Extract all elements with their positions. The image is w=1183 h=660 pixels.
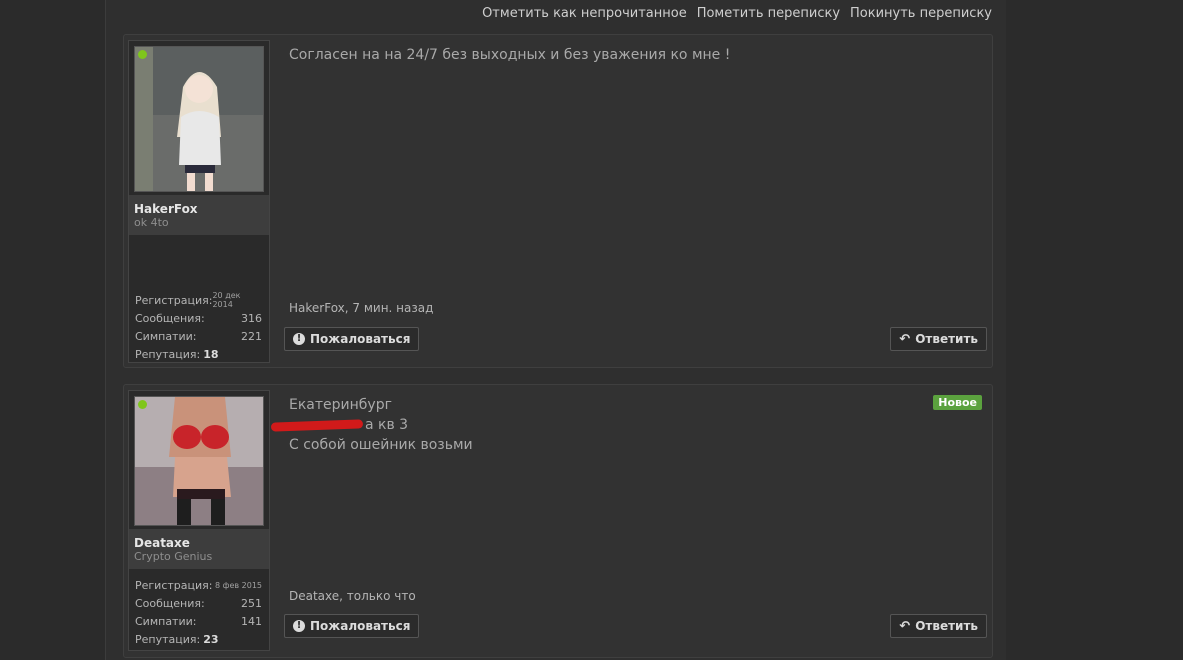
mark-unread-link[interactable]: Отметить как непрочитанное bbox=[482, 6, 687, 21]
user-stats: Регистрация: 8 фев 2015 Сообщения: 251 С… bbox=[135, 576, 262, 648]
reply-label: Ответить bbox=[915, 332, 978, 346]
report-label: Пожаловаться bbox=[310, 619, 411, 633]
reply-label: Ответить bbox=[915, 619, 978, 633]
online-status-icon bbox=[138, 50, 147, 59]
stat-value: 20 дек 2014 bbox=[212, 291, 241, 309]
avatar-image bbox=[135, 397, 263, 525]
username-box: Deataxe Crypto Genius bbox=[129, 529, 269, 569]
reply-icon: ↶ bbox=[899, 618, 911, 634]
message-text-line: а кв 3 bbox=[365, 417, 409, 433]
stat-registration: Регистрация: 8 фев 2015 bbox=[135, 576, 262, 594]
user-title: ok 4to bbox=[134, 216, 169, 229]
stat-label: Репутация: bbox=[135, 347, 201, 361]
stat-label: Симпатии: bbox=[135, 329, 197, 343]
alert-icon: ! bbox=[293, 620, 305, 632]
message-item: HakerFox ok 4to Регистрация: 20 дек 2014… bbox=[123, 34, 993, 368]
message-content: Екатеринбург а кв 3 С собой ошейник возь… bbox=[270, 395, 982, 455]
stat-posts: Сообщения: 251 bbox=[135, 594, 262, 612]
report-label: Пожаловаться bbox=[310, 332, 411, 346]
username-box: HakerFox ok 4to bbox=[129, 195, 269, 235]
stat-value: 141 bbox=[241, 614, 262, 628]
stat-value: 18 bbox=[203, 347, 219, 361]
message-content: Согласен на на 24/7 без выходных и без у… bbox=[289, 45, 982, 65]
alert-icon: ! bbox=[293, 333, 305, 345]
stat-value: 8 фев 2015 bbox=[214, 580, 262, 590]
star-conversation-link[interactable]: Пометить переписку bbox=[697, 6, 840, 21]
leave-conversation-link[interactable]: Покинуть переписку bbox=[850, 6, 992, 21]
stat-likes: Симпатии: 221 bbox=[135, 327, 262, 345]
stat-label: Сообщения: bbox=[135, 596, 205, 610]
avatar[interactable] bbox=[134, 46, 264, 192]
message-item: Deataxe Crypto Genius Регистрация: 8 фев… bbox=[123, 384, 993, 658]
username-link[interactable]: HakerFox bbox=[134, 202, 198, 216]
message-meta[interactable]: HakerFox, 7 мин. назад bbox=[289, 301, 433, 315]
message-text-line: С собой ошейник возьми bbox=[289, 437, 473, 453]
stat-label: Симпатии: bbox=[135, 614, 197, 628]
user-info-block: HakerFox ok 4to Регистрация: 20 дек 2014… bbox=[128, 40, 270, 363]
conversation-actions: Отметить как непрочитанное Пометить пере… bbox=[482, 6, 992, 21]
stat-label: Регистрация: bbox=[135, 293, 213, 307]
stat-label: Регистрация: bbox=[135, 578, 213, 592]
stat-posts: Сообщения: 316 bbox=[135, 309, 262, 327]
report-button[interactable]: ! Пожаловаться bbox=[284, 327, 420, 351]
stat-label: Сообщения: bbox=[135, 311, 205, 325]
stat-value: 23 bbox=[203, 632, 219, 646]
stat-registration: Регистрация: 20 дек 2014 bbox=[135, 291, 262, 309]
stat-label: Репутация: bbox=[135, 632, 201, 646]
stat-value[interactable]: 251 bbox=[241, 597, 262, 610]
reply-button[interactable]: ↶ Ответить bbox=[890, 614, 987, 638]
user-title: Crypto Genius bbox=[134, 550, 213, 563]
reply-button[interactable]: ↶ Ответить bbox=[890, 327, 987, 351]
username-link[interactable]: Deataxe bbox=[134, 536, 190, 550]
report-button[interactable]: ! Пожаловаться bbox=[284, 614, 420, 638]
reply-icon: ↶ bbox=[899, 331, 911, 347]
stat-value: 221 bbox=[241, 329, 262, 343]
user-info-block: Deataxe Crypto Genius Регистрация: 8 фев… bbox=[128, 390, 270, 651]
stat-reputation: Репутация: 23 bbox=[135, 630, 262, 648]
redaction-mark bbox=[270, 418, 364, 432]
stat-value[interactable]: 316 bbox=[241, 312, 262, 325]
message-text-line: Согласен на на 24/7 без выходных и без у… bbox=[289, 47, 731, 63]
online-status-icon bbox=[138, 400, 147, 409]
user-stats: Регистрация: 20 дек 2014 Сообщения: 316 … bbox=[135, 291, 262, 363]
avatar[interactable] bbox=[134, 396, 264, 526]
stat-likes: Симпатии: 141 bbox=[135, 612, 262, 630]
message-meta[interactable]: Deataxe, только что bbox=[289, 589, 416, 603]
message-text-line: Екатеринбург bbox=[289, 397, 392, 413]
avatar-image bbox=[135, 47, 263, 191]
message-text-line-redacted: а кв 3 bbox=[270, 415, 982, 435]
stat-reputation: Репутация: 18 bbox=[135, 345, 262, 363]
